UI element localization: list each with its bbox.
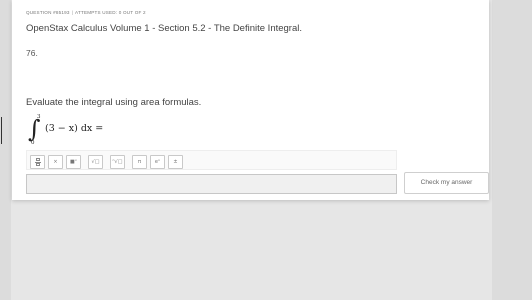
answer-input[interactable] xyxy=(26,174,397,194)
plus-minus-icon: ± xyxy=(173,159,178,165)
attempts-used: ATTEMPTS USED: 0 OUT OF 2 xyxy=(75,10,146,15)
power-of-e-button[interactable]: eˣ xyxy=(150,155,165,169)
integral-expression: ∫ 3 0 (3 − x) dx = xyxy=(28,114,138,148)
question-number: 76. xyxy=(26,48,38,58)
nth-root-icon: ⁿ√□ xyxy=(112,159,123,165)
superscript-button[interactable]: ■ˣ xyxy=(66,155,81,169)
pi-button[interactable]: π xyxy=(132,155,147,169)
question-meta: QUESTION #85193 | ATTEMPTS USED: 0 OUT OF … xyxy=(26,10,146,15)
lower-limit: 0 xyxy=(31,140,35,146)
square-root-icon: √□ xyxy=(91,159,100,165)
math-toolbar: × ■ˣ √□ ⁿ√□ π eˣ ± xyxy=(26,150,397,170)
square-root-button[interactable]: √□ xyxy=(88,155,103,169)
question-card: QUESTION #85193 | ATTEMPTS USED: 0 OUT OF … xyxy=(12,0,489,200)
question-instruction: Evaluate the integral using area formula… xyxy=(26,97,202,108)
multiply-button[interactable]: × xyxy=(48,155,63,169)
integrand: (3 − x) dx = xyxy=(45,123,104,134)
question-title: OpenStax Calculus Volume 1 - Section 5.2… xyxy=(26,23,303,34)
fraction-icon xyxy=(35,158,41,166)
page-backdrop-left xyxy=(0,0,11,300)
focus-indicator xyxy=(1,117,2,144)
nth-root-button[interactable]: ⁿ√□ xyxy=(110,155,125,169)
page-backdrop-right xyxy=(492,0,532,300)
question-id: QUESTION #85193 xyxy=(26,10,70,15)
power-of-e-icon: eˣ xyxy=(154,159,161,165)
plus-minus-button[interactable]: ± xyxy=(168,155,183,169)
superscript-icon: ■ˣ xyxy=(70,159,77,165)
check-answer-button[interactable]: Check my answer xyxy=(404,172,489,194)
upper-limit: 3 xyxy=(37,114,41,120)
multiply-icon: × xyxy=(53,159,58,165)
fraction-button[interactable] xyxy=(30,155,45,169)
pi-icon: π xyxy=(137,159,141,165)
